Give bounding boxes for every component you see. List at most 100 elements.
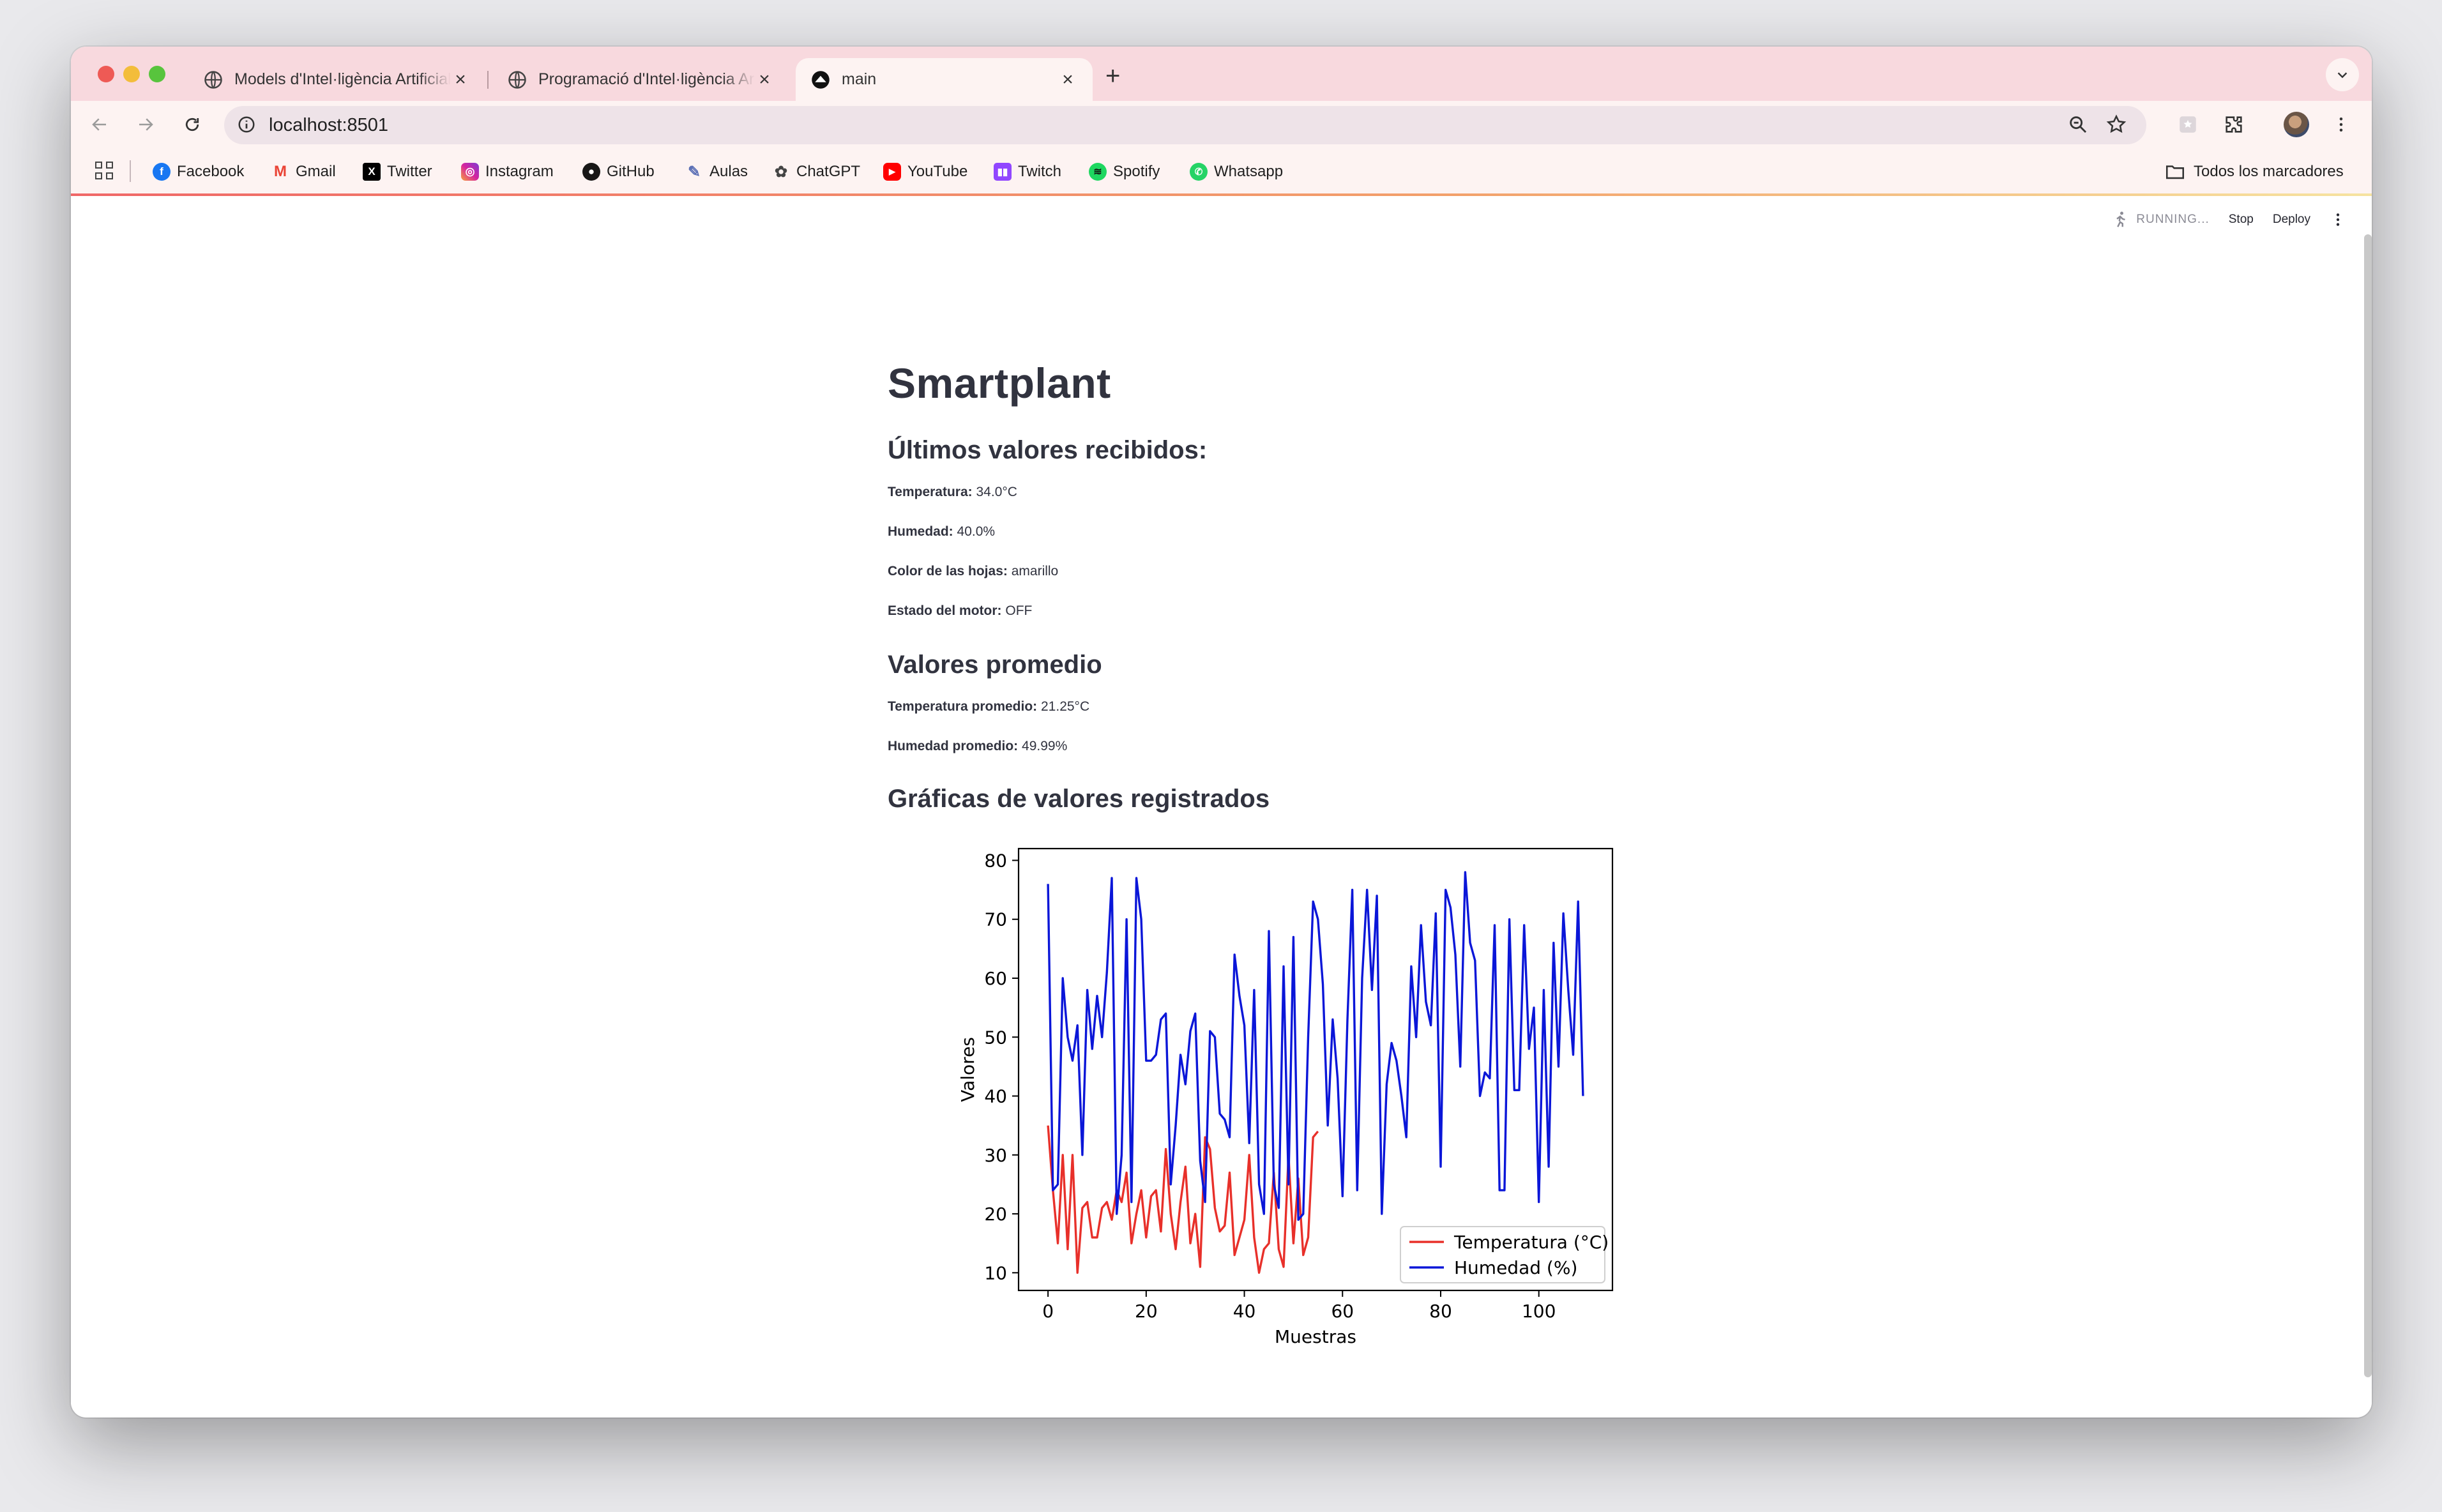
tab-title: Programació d'Intel·ligència Artificial: [538, 70, 755, 88]
running-man-icon: [2116, 211, 2126, 227]
extensions-button[interactable]: [2218, 109, 2250, 140]
bookmarks-bar: f Facebook M Gmail X Twitter ◎ Instagram…: [71, 149, 2372, 198]
aulas-icon: ✎: [687, 163, 701, 181]
bookmark-youtube[interactable]: ▶ YouTube: [883, 160, 967, 183]
temperature-row: Temperatura: 34.0°C: [888, 485, 1017, 500]
legend-label: Temperatura (°C): [1453, 1232, 1609, 1253]
x-tick-label: 0: [1042, 1301, 1054, 1322]
kebab-menu-icon: [2339, 117, 2343, 132]
chatgpt-icon: ✿: [774, 163, 788, 181]
tab-programacio-ia[interactable]: Programació d'Intel·ligència Artificial …: [492, 58, 789, 101]
arrow-left-icon: [92, 118, 106, 131]
line-chart: 0 20 40 60 80 100 10 20 30 40 50 60 70 80 Muestras Valo…: [957, 847, 1614, 1347]
tab-title: Models d'Intel·ligència Artificial: [234, 70, 451, 88]
globe-icon: [204, 70, 222, 89]
zoom-icon[interactable]: [2067, 114, 2089, 135]
legend-label: Humedad (%): [1454, 1257, 1577, 1278]
bookmark-gmail[interactable]: M Gmail: [271, 160, 336, 183]
temperature-value: 34.0°C: [976, 485, 1017, 499]
bookmark-twitch[interactable]: ▮▮ Twitch: [994, 160, 1061, 183]
apps-grid-icon[interactable]: [95, 162, 114, 181]
bookmark-label: Facebook: [177, 163, 245, 180]
close-tab-icon[interactable]: ×: [1058, 69, 1077, 91]
y-tick-label: 50: [984, 1027, 1007, 1048]
charts-heading: Gráficas de valores registrados: [888, 785, 1270, 813]
page-scrollbar[interactable]: [2364, 234, 2372, 1377]
main-menu-icon[interactable]: [2330, 211, 2346, 228]
close-tab-icon[interactable]: ×: [451, 69, 470, 91]
chevron-down-icon: [2337, 72, 2347, 79]
y-tick-label: 30: [984, 1145, 1007, 1166]
plot-area: [1017, 847, 1614, 1292]
streamlit-header: RUNNING... Stop Deploy: [2111, 210, 2346, 229]
minimize-window-button[interactable]: [123, 66, 140, 82]
bookmark-spotify[interactable]: ≋ Spotify: [1089, 160, 1160, 183]
bookmark-star-icon[interactable]: [2105, 114, 2127, 135]
temperature-label: Temperatura:: [888, 485, 973, 499]
all-bookmarks-folder[interactable]: Todos los marcadores: [2164, 160, 2344, 183]
forward-button[interactable]: [130, 109, 162, 140]
running-label: RUNNING...: [2136, 213, 2210, 226]
bookmark-label: GitHub: [607, 163, 655, 180]
bookmark-twitter[interactable]: X Twitter: [363, 160, 432, 183]
browser-menu-button[interactable]: [2325, 109, 2357, 140]
average-temperature-value: 21.25°C: [1041, 699, 1090, 714]
twitch-icon: ▮▮: [994, 163, 1012, 181]
y-tick-label: 40: [984, 1086, 1007, 1107]
x-tick-label: 20: [1135, 1301, 1158, 1322]
gmail-icon: M: [274, 163, 287, 180]
spotify-icon: ≋: [1089, 163, 1107, 181]
close-tab-icon[interactable]: ×: [755, 69, 774, 91]
average-values-heading: Valores promedio: [888, 651, 1102, 679]
back-button[interactable]: [84, 109, 116, 140]
instagram-icon: ◎: [461, 163, 479, 181]
new-tab-button[interactable]: +: [1105, 63, 1120, 89]
reload-button[interactable]: [176, 109, 208, 140]
bookmark-aulas[interactable]: ✎ Aulas: [685, 160, 748, 183]
humidity-label: Humedad:: [888, 524, 953, 539]
info-icon[interactable]: [237, 115, 256, 134]
bookmark-label: Twitter: [387, 163, 432, 180]
bookmark-label: YouTube: [907, 163, 968, 180]
tab-strip: Models d'Intel·ligència Artificial × Pro…: [71, 47, 2372, 101]
average-humidity-value: 49.99%: [1022, 739, 1068, 753]
close-window-button[interactable]: [98, 66, 114, 82]
reload-icon: [185, 117, 199, 132]
globe-icon: [508, 70, 526, 89]
leaf-color-value: amarillo: [1011, 564, 1059, 578]
tab-separator: [487, 71, 489, 89]
y-tick-label: 80: [984, 850, 1007, 871]
bookmark-chatgpt[interactable]: ✿ ChatGPT: [772, 160, 860, 183]
y-axis-label: Valores: [957, 1037, 978, 1102]
browser-window: Models d'Intel·ligència Artificial × Pro…: [71, 47, 2372, 1418]
bookmark-label: Twitch: [1018, 163, 1062, 180]
profile-button[interactable]: [2280, 109, 2312, 140]
tab-models-ia[interactable]: Models d'Intel·ligència Artificial ×: [188, 58, 485, 101]
motor-state-row: Estado del motor: OFF: [888, 603, 1032, 619]
url-text[interactable]: localhost:8501: [269, 115, 388, 136]
arrow-right-icon: [139, 118, 153, 131]
bookmark-instagram[interactable]: ◎ Instagram: [461, 160, 554, 183]
puzzle-icon: [2226, 116, 2242, 133]
github-icon: ●: [582, 163, 600, 181]
all-bookmarks-label: Todos los marcadores: [2194, 163, 2344, 180]
avatar: [2284, 112, 2309, 137]
extension-button[interactable]: [2172, 109, 2204, 140]
deploy-button[interactable]: Deploy: [2273, 213, 2310, 227]
bookmark-github[interactable]: ● GitHub: [582, 160, 655, 183]
bookmark-facebook[interactable]: f Facebook: [153, 160, 244, 183]
maximize-window-button[interactable]: [149, 66, 165, 82]
bookmark-whatsapp[interactable]: ✆ Whatsapp: [1190, 160, 1283, 183]
tab-main[interactable]: main ×: [796, 58, 1093, 101]
tab-search-button[interactable]: [2326, 58, 2359, 91]
y-tick-label: 70: [984, 909, 1007, 930]
page-title: Smartplant: [888, 359, 1111, 407]
average-humidity-label: Humedad promedio:: [888, 739, 1019, 753]
bookmark-label: Instagram: [485, 163, 554, 180]
latest-values-heading: Últimos valores recibidos:: [888, 436, 1208, 464]
address-bar[interactable]: localhost:8501: [224, 106, 2146, 144]
x-tick-label: 40: [1233, 1301, 1256, 1322]
bookmark-label: ChatGPT: [796, 163, 861, 180]
bookmark-label: Spotify: [1113, 163, 1160, 180]
stop-button[interactable]: Stop: [2229, 213, 2254, 227]
